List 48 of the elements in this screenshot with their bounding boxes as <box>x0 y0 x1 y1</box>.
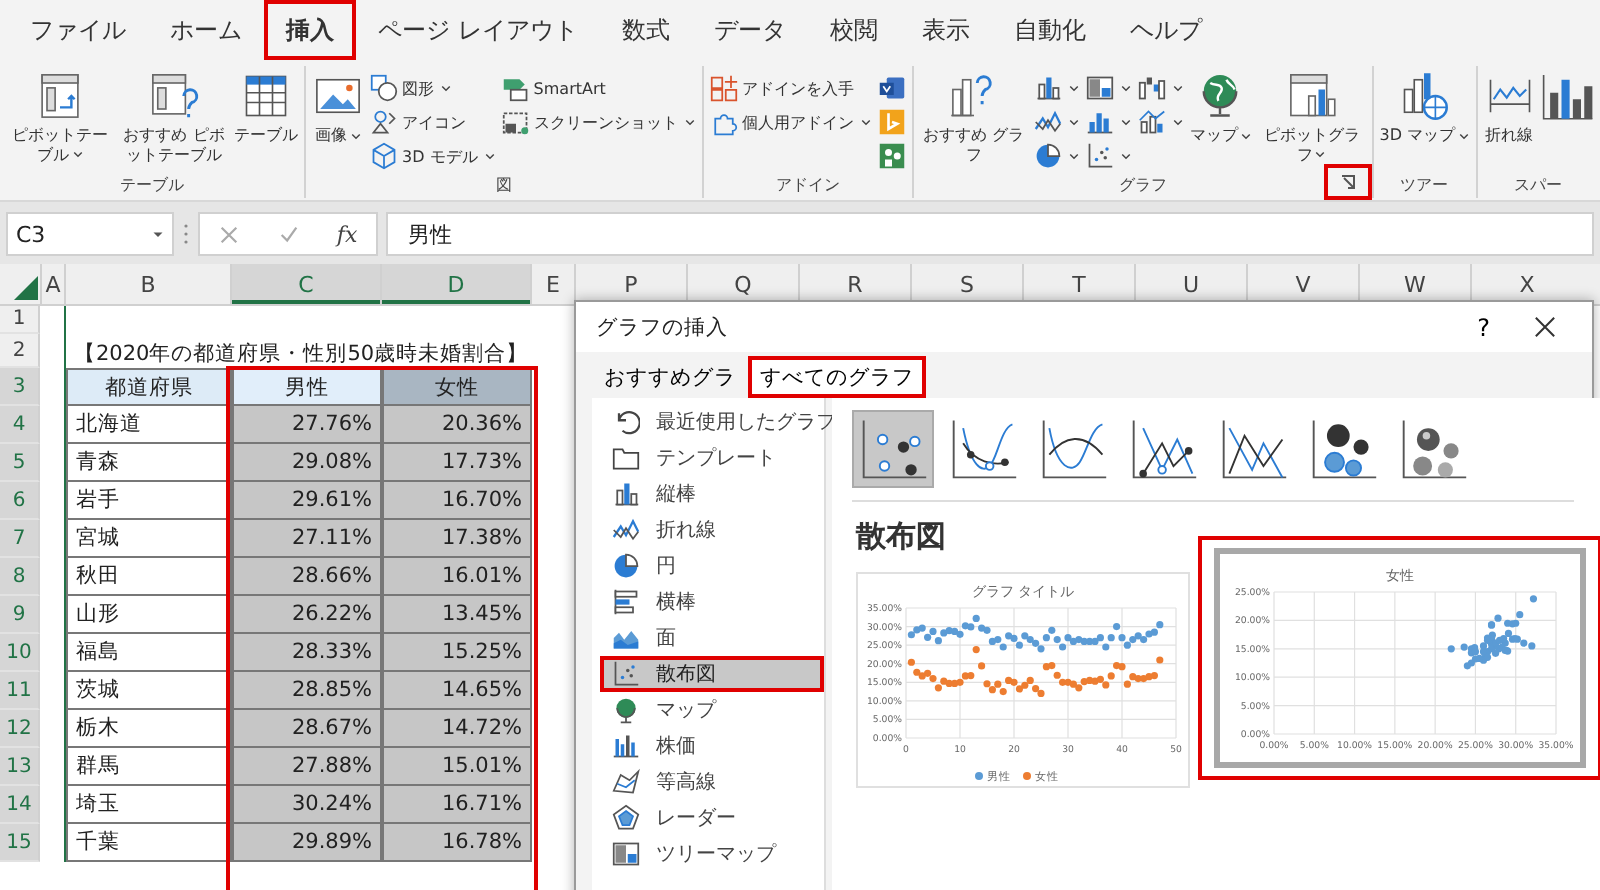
table-cell: 16.01% <box>382 558 532 596</box>
group-label: スパー <box>1514 174 1563 196</box>
table-cell: 埼玉 <box>66 786 232 824</box>
table-cell: 13.45% <box>382 596 532 634</box>
table-cell: 29.89% <box>232 824 382 862</box>
chart-type-heading: 散布図 <box>856 518 948 556</box>
table-cell: 27.88% <box>232 748 382 786</box>
table-cell: 26.22% <box>232 596 382 634</box>
table-cell: 群馬 <box>66 748 232 786</box>
table-cell: 28.33% <box>232 634 382 672</box>
group-label: ツアー <box>1400 174 1449 196</box>
table-cell: 茨城 <box>66 672 232 710</box>
table-cell: 栃木 <box>66 710 232 748</box>
dialog-title: グラフの挿入 <box>596 313 730 341</box>
table-cell: 都道府県 <box>66 368 232 406</box>
group-label: テーブル <box>120 174 184 196</box>
table-cell: 28.67% <box>232 710 382 748</box>
table-cell: 青森 <box>66 444 232 482</box>
table-cell: 14.72% <box>382 710 532 748</box>
table-cell: 男性 <box>232 368 382 406</box>
table-cell: 29.61% <box>232 482 382 520</box>
group-label: 図 <box>495 174 512 196</box>
table-cell: 16.70% <box>382 482 532 520</box>
table-cell: 29.08% <box>232 444 382 482</box>
table-cell: 30.24% <box>232 786 382 824</box>
group-label: グラフ <box>1118 174 1167 196</box>
table-cell: 15.01% <box>382 748 532 786</box>
group-label: アドイン <box>775 174 840 196</box>
table-cell: 女性 <box>382 368 532 406</box>
table-cell: 28.85% <box>232 672 382 710</box>
table-cell: 16.71% <box>382 786 532 824</box>
sheet-title: 【2020年の都道府県・性別50歳時未婚割合】 <box>72 340 529 368</box>
table-cell: 千葉 <box>66 824 232 862</box>
table-cell: 岩手 <box>66 482 232 520</box>
table-cell: 14.65% <box>382 672 532 710</box>
table-cell: 16.78% <box>382 824 532 862</box>
table-cell: 15.25% <box>382 634 532 672</box>
table-cell: 17.38% <box>382 520 532 558</box>
table-cell: 北海道 <box>66 406 232 444</box>
table-cell: 28.66% <box>232 558 382 596</box>
table-cell: 宮城 <box>66 520 232 558</box>
table-cell: 17.73% <box>382 444 532 482</box>
table-cell: 27.11% <box>232 520 382 558</box>
table-cell: 秋田 <box>66 558 232 596</box>
table-cell: 福島 <box>66 634 232 672</box>
table-cell: 27.76% <box>232 406 382 444</box>
table-cell: 20.36% <box>382 406 532 444</box>
table-cell: 山形 <box>66 596 232 634</box>
